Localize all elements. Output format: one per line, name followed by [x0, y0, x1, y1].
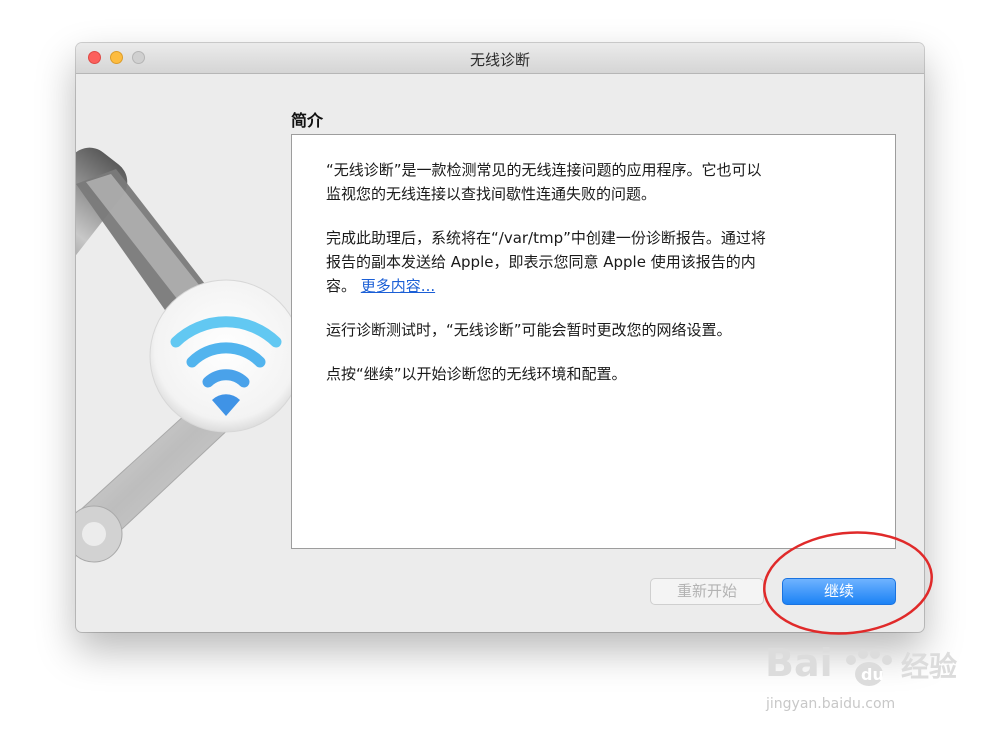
intro-paragraph-1: “无线诊断”是一款检测常见的无线连接问题的应用程序。它也可以 监视您的无线连接以… — [326, 158, 865, 206]
intro-paragraph-2-line-1: 完成此助理后，系统将在“/var/tmp”中创建一份诊断报告。通过将 — [326, 229, 766, 247]
watermark-url: jingyan.baidu.com — [766, 696, 896, 712]
baidu-watermark-logo: Bai du 经验 — [765, 641, 957, 686]
intro-paragraph-1-line-1: “无线诊断”是一款检测常见的无线连接问题的应用程序。它也可以 — [326, 161, 762, 179]
wireless-diagnostics-window: 无线诊断 简介 “无线诊断”是一款检测常见的无线连接问题的应用程序。它也可以 监… — [76, 43, 924, 632]
section-title: 简介 — [291, 111, 324, 130]
intro-paragraph-1-line-2: 监视您的无线连接以查找间歇性连通失败的问题。 — [326, 185, 657, 203]
intro-paragraph-2: 完成此助理后，系统将在“/var/tmp”中创建一份诊断报告。通过将 报告的副本… — [326, 226, 865, 298]
svg-text:经验: 经验 — [901, 650, 957, 683]
intro-paragraph-3: 运行诊断测试时，“无线诊断”可能会暂时更改您的网络设置。 — [326, 321, 732, 339]
restart-button[interactable]: 重新开始 — [650, 578, 764, 605]
svg-text:du: du — [861, 665, 884, 684]
intro-paragraph-4: 点按“继续”以开始诊断您的无线环境和配置。 — [326, 365, 627, 383]
svg-text:Bai: Bai — [765, 641, 833, 685]
intro-text-panel: “无线诊断”是一款检测常见的无线连接问题的应用程序。它也可以 监视您的无线连接以… — [291, 134, 896, 549]
continue-button[interactable]: 继续 — [782, 578, 896, 605]
intro-paragraph-2-line-2: 报告的副本发送给 Apple，即表示您同意 Apple 使用该报告的内 — [326, 253, 756, 271]
intro-paragraph-2-line-3: 容。 — [326, 277, 357, 295]
title-bar: 无线诊断 — [76, 43, 924, 74]
more-info-link[interactable]: 更多内容... — [361, 277, 435, 295]
window-title: 无线诊断 — [469, 51, 530, 69]
